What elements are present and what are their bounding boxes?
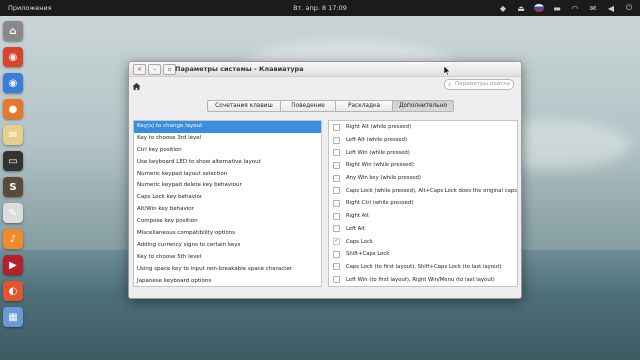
firefox-icon[interactable]: ● xyxy=(3,99,23,119)
choice-label: Caps Lock (while pressed), Alt+Caps Lock… xyxy=(346,187,518,194)
tab-bar: Сочетания клавиш Поведение Раскладка Доп… xyxy=(207,100,454,112)
chrome-icon[interactable]: ◉ xyxy=(3,47,23,67)
option-list-item[interactable]: Caps Lock key behavior xyxy=(134,192,321,204)
minimize-button[interactable]: – xyxy=(148,64,161,75)
option-list-item[interactable]: Japanese keyboard options xyxy=(134,276,321,288)
choice-row[interactable]: Caps Lock (while pressed), Alt+Caps Lock… xyxy=(329,184,517,197)
choice-row[interactable]: ✓ Caps Lock xyxy=(329,235,517,248)
search-input[interactable]: ⌕ Параметры поиска xyxy=(444,79,514,90)
choice-label: Left Win (to first layout), Right Win/Me… xyxy=(346,276,495,283)
option-list-item[interactable]: Key to choose 3rd level xyxy=(134,133,321,145)
option-list-item[interactable]: Compose key position xyxy=(134,216,321,228)
tab-behavior[interactable]: Поведение xyxy=(281,100,336,112)
window-title: Параметры системы - Клавиатура xyxy=(175,65,304,73)
close-button[interactable]: × xyxy=(133,64,146,75)
terminal-icon[interactable]: ▭ xyxy=(3,151,23,171)
checkbox[interactable] xyxy=(333,225,340,233)
option-list-item[interactable]: Numeric keypad layout selection xyxy=(134,169,321,181)
choice-row[interactable]: Left Win (while pressed) xyxy=(329,146,517,159)
mail-indicator-icon[interactable]: ✉ xyxy=(588,3,598,13)
choice-row[interactable]: Right Alt (while pressed) xyxy=(329,121,517,134)
choice-row[interactable]: Left Alt xyxy=(329,223,517,236)
checkbox[interactable] xyxy=(333,199,340,207)
choice-row[interactable]: Left Alt (while pressed) xyxy=(329,134,517,147)
choice-label: Shift+Caps Lock xyxy=(346,251,390,258)
checkbox[interactable] xyxy=(333,187,340,195)
applications-menu[interactable]: Приложения xyxy=(8,4,52,12)
search-placeholder: Параметры поиска xyxy=(455,81,510,87)
option-list-item[interactable]: Alt/Win key behavior xyxy=(134,204,321,216)
option-list-item[interactable]: Numeric keypad delete key behaviour xyxy=(134,180,321,192)
notifications-icon[interactable]: ▬ xyxy=(552,3,562,13)
option-list-item[interactable]: Use keyboard LED to show alternative lay… xyxy=(134,157,321,169)
top-panel: Приложения Вт. апр. 8 17:09 ◆ ⏏ ▬ ◠ ✉ ◀ … xyxy=(0,0,640,16)
window-toolbar: ⌕ Параметры поиска xyxy=(129,77,521,97)
choice-label: Left Alt xyxy=(346,225,365,232)
checkbox[interactable] xyxy=(333,149,340,157)
choice-label: Left Alt (while pressed) xyxy=(346,137,408,144)
choice-row[interactable]: Left Win (to first layout), Right Win/Me… xyxy=(329,273,517,286)
checkbox-checked[interactable]: ✓ xyxy=(333,238,340,246)
option-list-item[interactable]: Key(s) to change layout xyxy=(134,121,321,133)
choice-row[interactable]: Right Alt xyxy=(329,210,517,223)
choice-label: Right Win (while pressed) xyxy=(346,162,414,169)
video-player-icon[interactable]: ▶ xyxy=(3,255,23,275)
tab-layout[interactable]: Раскладка xyxy=(336,100,393,112)
choice-row[interactable]: Right Ctrl (while pressed) xyxy=(329,197,517,210)
choice-label: Caps Lock (to first layout), Shift+Caps … xyxy=(346,263,502,270)
music-icon[interactable]: ♪ xyxy=(3,229,23,249)
checkbox[interactable] xyxy=(333,161,340,169)
checkbox[interactable] xyxy=(333,263,340,271)
dock: ⌂ ◉ ◉ ● ✉ ▭ S ✎ ♪ ▶ ◐ ▦ xyxy=(0,18,26,333)
eject-icon[interactable]: ⏏ xyxy=(516,3,526,13)
checkbox[interactable] xyxy=(333,276,340,284)
option-list-item[interactable]: Ctrl key position xyxy=(134,145,321,157)
system-settings-window: × – ▫ Параметры системы - Клавиатура ⌕ П… xyxy=(128,61,522,299)
choice-label: Right Ctrl (while pressed) xyxy=(346,200,414,207)
choice-label: Right Alt xyxy=(346,213,369,220)
volume-icon[interactable]: ◀ xyxy=(606,3,616,13)
choice-label: Caps Lock xyxy=(346,238,373,245)
system-tray: ◆ ⏏ ▬ ◠ ✉ ◀ ⏻ xyxy=(498,2,634,14)
checkbox[interactable] xyxy=(333,136,340,144)
choice-label: Left Win (while pressed) xyxy=(346,149,410,156)
keyboard-layout-flag-icon[interactable] xyxy=(534,3,544,13)
choice-row[interactable]: Caps Lock (to first layout), Shift+Caps … xyxy=(329,261,517,274)
wifi-icon[interactable]: ◠ xyxy=(570,3,580,13)
home-icon[interactable] xyxy=(132,82,141,91)
option-list-item[interactable]: Miscellaneous compatibility options xyxy=(134,228,321,240)
tab-advanced[interactable]: Дополнительно xyxy=(393,100,454,112)
option-list-item[interactable]: Adding currency signs to certain keys xyxy=(134,240,321,252)
choice-label: Any Win key (while pressed) xyxy=(346,175,421,182)
search-icon: ⌕ xyxy=(448,81,452,88)
text-editor-icon[interactable]: ✎ xyxy=(3,203,23,223)
option-list-item[interactable]: Using space key to input non-breakable s… xyxy=(134,264,321,276)
power-icon[interactable]: ⏻ xyxy=(624,3,634,13)
checkbox[interactable] xyxy=(333,123,340,131)
dropbox-icon[interactable]: ◆ xyxy=(498,3,508,13)
option-list-item[interactable]: Key to choose 5th level xyxy=(134,252,321,264)
sublime-text-icon[interactable]: S xyxy=(3,177,23,197)
choices-list: Right Alt (while pressed) Left Alt (while… xyxy=(328,120,518,287)
mail-icon[interactable]: ✉ xyxy=(3,125,23,145)
photo-shotwell-icon[interactable]: ◐ xyxy=(3,281,23,301)
choice-label: Right Alt (while pressed) xyxy=(346,124,412,131)
choice-row[interactable]: Right Win (while pressed) xyxy=(329,159,517,172)
window-titlebar[interactable]: × – ▫ Параметры системы - Клавиатура xyxy=(129,62,521,77)
tab-shortcuts[interactable]: Сочетания клавиш xyxy=(207,100,281,112)
checkbox[interactable] xyxy=(333,250,340,258)
home-folder-icon[interactable]: ⌂ xyxy=(3,21,23,41)
mouse-cursor-icon xyxy=(444,66,451,76)
options-list: Key(s) to change layout Key to choose 3rd… xyxy=(133,120,322,287)
system-settings-icon[interactable]: ▦ xyxy=(3,307,23,327)
choice-row[interactable]: Shift+Caps Lock xyxy=(329,248,517,261)
checkbox[interactable] xyxy=(333,174,340,182)
checkbox[interactable] xyxy=(333,212,340,220)
chromium-icon[interactable]: ◉ xyxy=(3,73,23,93)
choice-row[interactable]: Any Win key (while pressed) xyxy=(329,172,517,185)
